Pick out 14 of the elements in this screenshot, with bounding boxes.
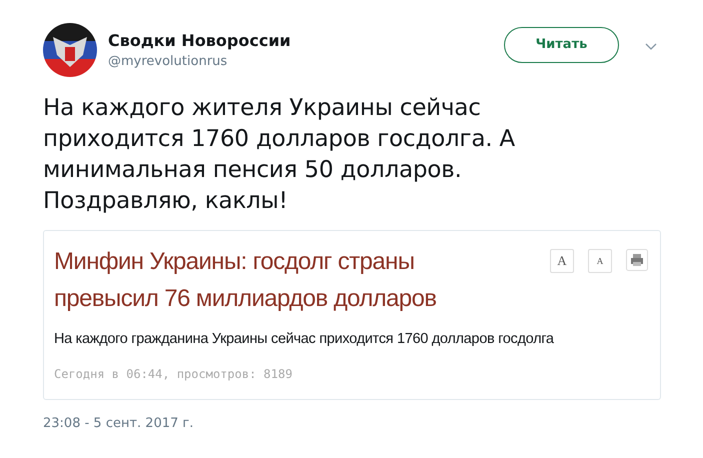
article-meta: Сегодня в 06:44, просмотров: 8189 xyxy=(54,367,294,381)
article-title: Минфин Украины: госдолг страны превысил 76 миллиардов долларов xyxy=(54,247,438,314)
tweet-text: На каждого жителя Украины сейчас приходится 1760 долларов госдолга. А минимальная пенсия 50 долларов. Поздравляю, каклы! xyxy=(43,94,516,216)
avatar-icon[interactable] xyxy=(43,22,97,76)
author-handle[interactable]: @myrevolutionrus xyxy=(108,54,504,68)
author-name[interactable]: Сводки Новороссии xyxy=(108,30,504,50)
font-decrease-button[interactable]: A xyxy=(588,249,612,273)
chevron-down-icon[interactable] xyxy=(645,42,657,50)
print-icon[interactable] xyxy=(626,249,648,271)
font-increase-button[interactable]: A xyxy=(550,249,574,273)
follow-button[interactable]: Читать xyxy=(504,26,619,62)
article-lead: На каждого гражданина Украины сейчас приходится 1760 долларов госдолга xyxy=(54,331,555,347)
article-card[interactable]: Минфин Украины: госдолг страны превысил 76 миллиардов долларов A A На каждого гражданина Украины сейчас приходится 1760 долларов госдолга Сегодня в 06:44, просмотров: 8189 xyxy=(43,230,661,400)
tweet-timestamp[interactable]: 23:08 - 5 сент. 2017 г. xyxy=(43,416,663,431)
